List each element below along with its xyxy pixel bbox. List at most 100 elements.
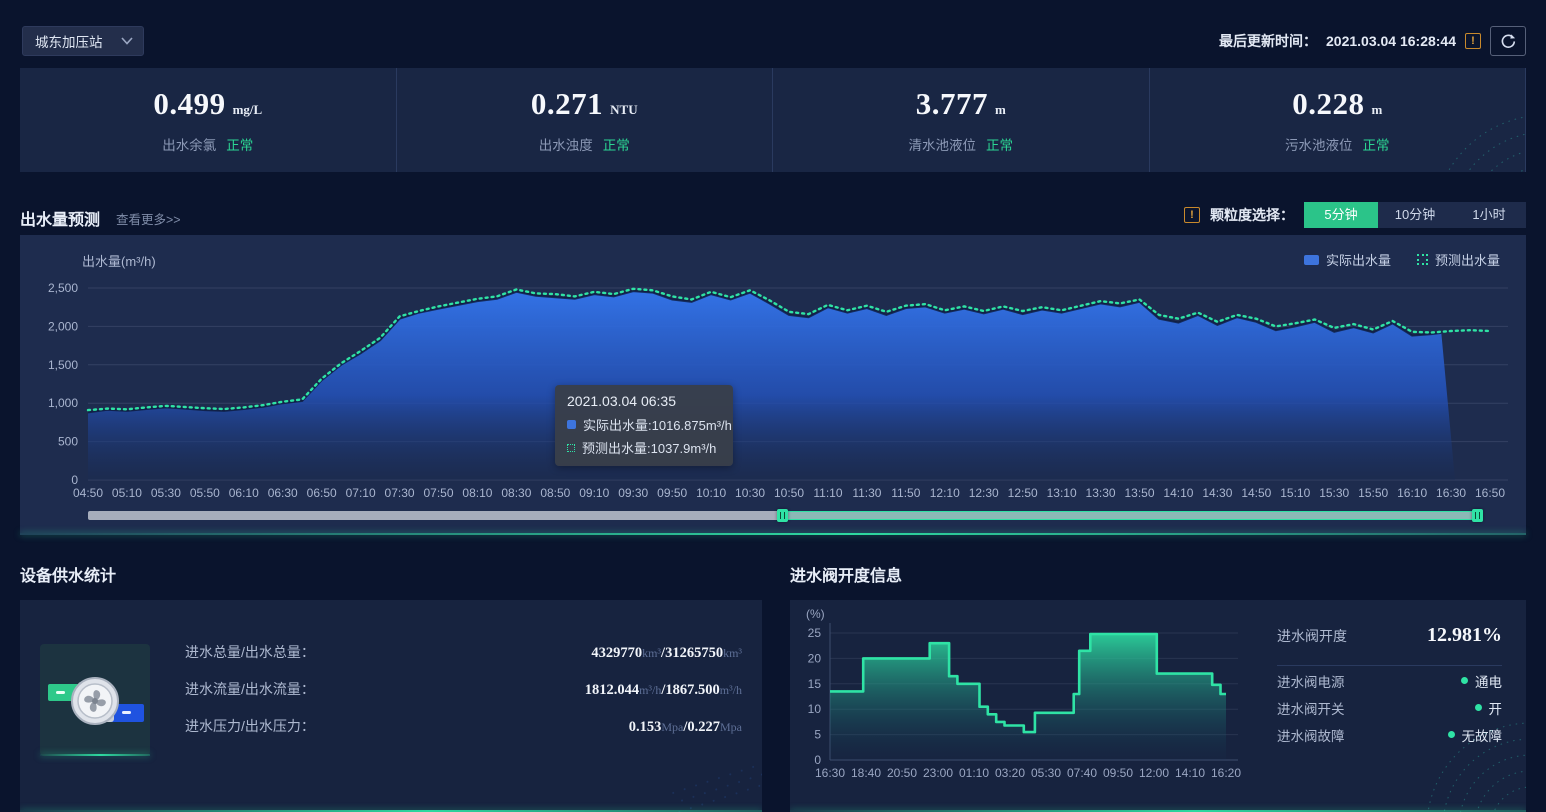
svg-text:08:30: 08:30 (501, 486, 531, 500)
warning-icon[interactable]: ! (1465, 33, 1481, 49)
kpi-status: 正常 (603, 138, 630, 153)
svg-text:09:50: 09:50 (657, 486, 687, 500)
tooltip-predicted-text: 预测出水量:1037.9m³/h (582, 438, 716, 457)
svg-text:08:10: 08:10 (462, 486, 492, 500)
kpi-label: 出水余氯 (162, 138, 216, 153)
svg-text:15:50: 15:50 (1358, 486, 1388, 500)
pump-card-glow (40, 754, 150, 756)
svg-text:09:30: 09:30 (618, 486, 648, 500)
kpi-label: 污水池液位 (1285, 138, 1353, 153)
valve-power-row: 进水阀电源 通电 (1277, 668, 1502, 693)
kpi-chlorine: 0.499mg/L 出水余氯正常 (20, 68, 397, 172)
svg-text:18:40: 18:40 (851, 766, 881, 780)
svg-text:12:50: 12:50 (1008, 486, 1038, 500)
stat-row-pressure: 进水压力/出水压力： 0.153Mpa/0.227Mpa (185, 716, 742, 753)
svg-text:05:10: 05:10 (112, 486, 142, 500)
svg-text:11:10: 11:10 (813, 486, 842, 500)
svg-text:2,500: 2,500 (48, 281, 78, 295)
svg-text:16:10: 16:10 (1397, 486, 1427, 500)
svg-text:10:30: 10:30 (735, 486, 765, 500)
device-section-title: 设备供水统计 (20, 562, 116, 586)
svg-text:04:50: 04:50 (73, 486, 103, 500)
station-select-value: 城东加压站 (35, 31, 103, 51)
svg-text:10:10: 10:10 (696, 486, 726, 500)
svg-text:16:30: 16:30 (815, 766, 845, 780)
svg-text:08:50: 08:50 (540, 486, 570, 500)
topbar: 城东加压站 最后更新时间： 2021.03.04 16:28:44 ! (0, 0, 1546, 62)
kpi-clean-tank-level: 3.777m 清水池液位正常 (773, 68, 1150, 172)
svg-text:07:40: 07:40 (1067, 766, 1097, 780)
svg-text:05:30: 05:30 (151, 486, 181, 500)
stat-label: 进水总量/出水总量： (185, 642, 315, 662)
kpi-unit: NTU (610, 102, 637, 118)
svg-text:11:50: 11:50 (891, 486, 920, 500)
refresh-button[interactable] (1490, 26, 1526, 56)
svg-text:2,000: 2,000 (48, 319, 78, 333)
svg-text:1,500: 1,500 (48, 358, 78, 372)
valve-opening-row: 进水阀开度 12.981% (1277, 624, 1502, 647)
kpi-turbidity: 0.271NTU 出水浊度正常 (397, 68, 774, 172)
granularity-group: 5分钟 10分钟 1小时 (1304, 202, 1526, 228)
dashboard-page: 城东加压站 最后更新时间： 2021.03.04 16:28:44 ! 0.49… (0, 0, 1546, 812)
svg-text:20: 20 (808, 651, 822, 665)
datazoom-selected-range[interactable] (783, 511, 1482, 520)
forecast-title: 出水量预测 (20, 206, 100, 230)
svg-text:03:20: 03:20 (995, 766, 1025, 780)
outflow-chart-panel: 出水量(m³/h) 实际出水量 预测出水量 (20, 235, 1526, 535)
svg-text:06:10: 06:10 (229, 486, 259, 500)
svg-text:06:50: 06:50 (307, 486, 337, 500)
valve-power-status: 通电 (1461, 671, 1502, 691)
tooltip-actual-text: 实际出水量:1016.875m³/h (583, 415, 732, 434)
kpi-status: 正常 (1363, 138, 1390, 153)
datazoom-slider[interactable] (88, 509, 1482, 523)
granularity-box: ! 颗粒度选择： 5分钟 10分钟 1小时 (1184, 202, 1526, 228)
last-update-label: 最后更新时间： (1219, 31, 1317, 51)
svg-text:07:30: 07:30 (385, 486, 415, 500)
granularity-10min-button[interactable]: 10分钟 (1378, 202, 1452, 228)
status-dot-icon (1461, 677, 1468, 684)
granularity-5min-button[interactable]: 5分钟 (1304, 202, 1378, 228)
valve-section-title: 进水阀开度信息 (790, 562, 902, 586)
granularity-label: 颗粒度选择： (1210, 205, 1294, 225)
stat-row-flow: 进水流量/出水流量： 1812.044m³/h/1867.500m³/h (185, 679, 742, 716)
kpi-value: 0.271 (531, 86, 603, 122)
svg-text:07:50: 07:50 (423, 486, 453, 500)
svg-text:16:30: 16:30 (1436, 486, 1466, 500)
svg-text:14:50: 14:50 (1241, 486, 1271, 500)
station-select[interactable]: 城东加压站 (22, 26, 144, 56)
svg-text:15:30: 15:30 (1319, 486, 1349, 500)
valve-fault-status: 无故障 (1448, 725, 1503, 745)
svg-text:15: 15 (808, 677, 822, 691)
svg-text:13:30: 13:30 (1086, 486, 1116, 500)
chart-tooltip: 2021.03.04 06:35 实际出水量:1016.875m³/h 预测出水… (555, 385, 733, 466)
valve-panel: 0510152025(%)16:3018:4020:5023:0001:1003… (790, 600, 1526, 812)
device-supply-panel: 进水总量/出水总量： 4329770km³/31265750km³ 进水流量/出… (20, 600, 762, 812)
granularity-warning-icon[interactable]: ! (1184, 207, 1200, 223)
datazoom-right-handle[interactable] (1472, 509, 1483, 522)
svg-text:0: 0 (814, 753, 821, 767)
view-more-link[interactable]: 查看更多>> (116, 209, 181, 228)
svg-text:05:50: 05:50 (190, 486, 220, 500)
device-stats: 进水总量/出水总量： 4329770km³/31265750km³ 进水流量/出… (185, 642, 742, 753)
kpi-sewage-tank-level: 0.228m 污水池液位正常 (1150, 68, 1527, 172)
svg-text:14:30: 14:30 (1202, 486, 1232, 500)
kpi-unit: mg/L (233, 102, 263, 118)
svg-text:500: 500 (58, 435, 78, 449)
tooltip-timestamp: 2021.03.04 06:35 (567, 393, 721, 409)
svg-text:16:20: 16:20 (1211, 766, 1241, 780)
kpi-value: 0.228 (1292, 86, 1364, 122)
kpi-unit: m (995, 102, 1006, 118)
svg-text:11:30: 11:30 (852, 486, 881, 500)
kpi-value: 3.777 (916, 86, 988, 122)
outflow-area-chart: 05001,0001,5002,0002,50004:5005:1005:300… (20, 235, 1526, 535)
granularity-1hour-button[interactable]: 1小时 (1452, 202, 1526, 228)
status-dot-icon (1448, 731, 1455, 738)
datazoom-left-handle[interactable] (777, 509, 788, 522)
svg-text:14:10: 14:10 (1163, 486, 1193, 500)
svg-text:25: 25 (808, 626, 822, 640)
kpi-row: 0.499mg/L 出水余氯正常 0.271NTU 出水浊度正常 3.777m … (20, 68, 1526, 172)
svg-text:12:30: 12:30 (969, 486, 999, 500)
svg-text:10: 10 (808, 702, 822, 716)
svg-text:1,000: 1,000 (48, 396, 78, 410)
svg-text:16:50: 16:50 (1475, 486, 1505, 500)
